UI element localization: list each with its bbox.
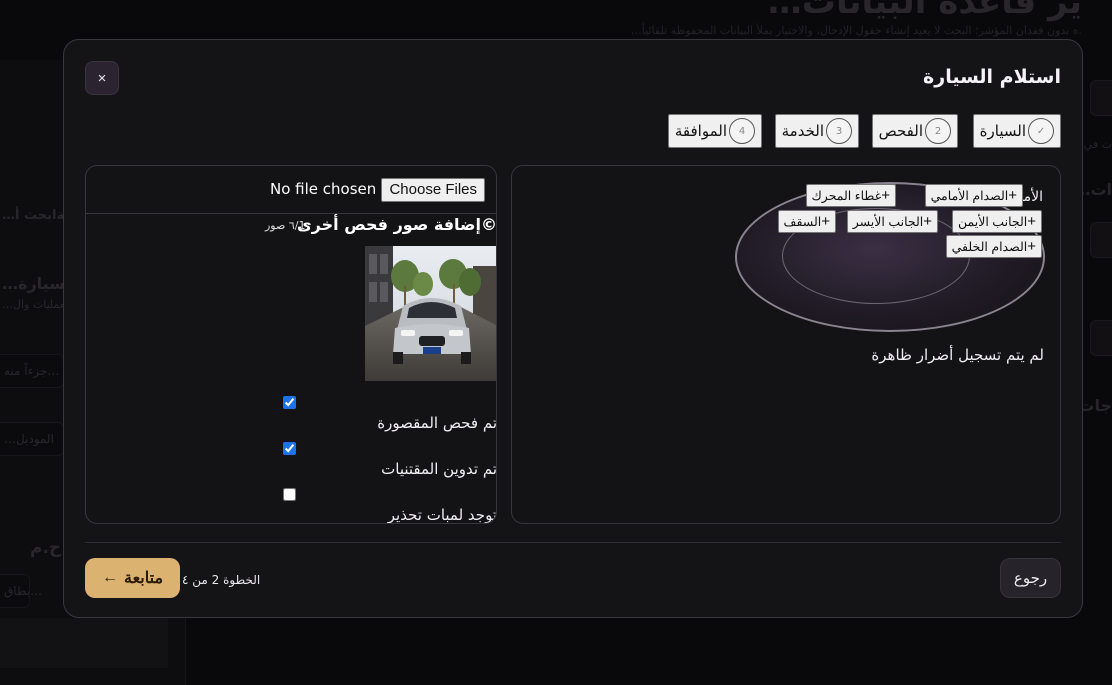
step-4-label: الموافقة — [674, 122, 727, 140]
back-button[interactable]: رجوع — [1000, 558, 1061, 598]
step-2-circle: 2 — [925, 118, 951, 144]
part-roof-button[interactable]: +السقف — [777, 210, 836, 233]
belongings-recorded-checkbox[interactable] — [283, 442, 296, 455]
plus-icon: + — [881, 187, 890, 204]
footer-divider — [85, 542, 1061, 543]
step-2-label: الفحص — [878, 122, 923, 140]
continue-button[interactable]: متابعة ← — [85, 558, 180, 598]
inspection-photo-thumbnail[interactable] — [365, 246, 497, 381]
no-damage-message: لم يتم تسجيل أضرار ظاهرة — [871, 346, 1044, 364]
step-inspection[interactable]: 2 الفحص — [871, 114, 958, 148]
step-1-label: السيارة — [979, 122, 1026, 140]
file-status-text: No file chosen — [270, 180, 377, 198]
step-vehicle[interactable]: ✓ السيارة — [972, 114, 1061, 148]
modal-title: استلام السيارة — [923, 66, 1061, 88]
step-3-circle: 3 — [826, 118, 852, 144]
plus-icon: + — [1008, 187, 1017, 204]
close-button[interactable]: × — [85, 61, 119, 95]
arrow-left-icon: ← — [101, 569, 118, 586]
inspection-photos-panel: Choose Files No file chosen ©إضافة صور ف… — [85, 165, 497, 524]
warning-lights-label: توجد لمبات تحذير — [387, 506, 497, 524]
vehicle-intake-modal: استلام السيارة × ✓ السيارة 2 الفحص 3 الخ… — [63, 39, 1083, 618]
close-icon: × — [97, 69, 107, 87]
choose-files-button[interactable]: Choose Files — [381, 178, 485, 202]
part-front-bumper-button[interactable]: +الصدام الأمامي — [924, 184, 1023, 207]
add-photos-label: ©إضافة صور فحص أخرى — [296, 215, 497, 234]
cabin-checked-checkbox[interactable] — [283, 396, 296, 409]
part-rear-bumper-button[interactable]: +الصدام الخلفي — [945, 235, 1042, 258]
part-left-side-button[interactable]: +الجانب الأيسر — [846, 210, 938, 233]
plus-icon: + — [1027, 213, 1036, 230]
step-indicator: الخطوة 2 من ٤ — [182, 573, 261, 587]
part-hood-button[interactable]: +غطاء المحرك — [805, 184, 896, 207]
warning-lights-checkbox[interactable] — [283, 488, 296, 501]
part-right-side-button[interactable]: +الجانب الأيمن — [952, 210, 1042, 233]
plus-icon: + — [821, 213, 830, 230]
step-service[interactable]: 3 الخدمة — [774, 114, 859, 148]
photo-count: 1/٦ صور — [265, 219, 306, 232]
plus-icon: + — [1027, 238, 1036, 255]
damage-map-panel: الأمام +الصدام الأمامي +غطاء المحرك +الج… — [511, 165, 1061, 524]
plus-icon: + — [923, 213, 932, 230]
belongings-recorded-label: تم تدوين المقتنيات — [381, 460, 497, 478]
step-approval[interactable]: 4 الموافقة — [667, 114, 762, 148]
file-upload-row: Choose Files No file chosen — [86, 166, 496, 214]
step-1-circle: ✓ — [1028, 118, 1054, 144]
step-4-circle: 4 — [729, 118, 755, 144]
step-3-label: الخدمة — [781, 122, 824, 140]
cabin-checked-label: تم فحص المقصورة — [377, 414, 497, 432]
continue-label: متابعة — [123, 570, 164, 587]
